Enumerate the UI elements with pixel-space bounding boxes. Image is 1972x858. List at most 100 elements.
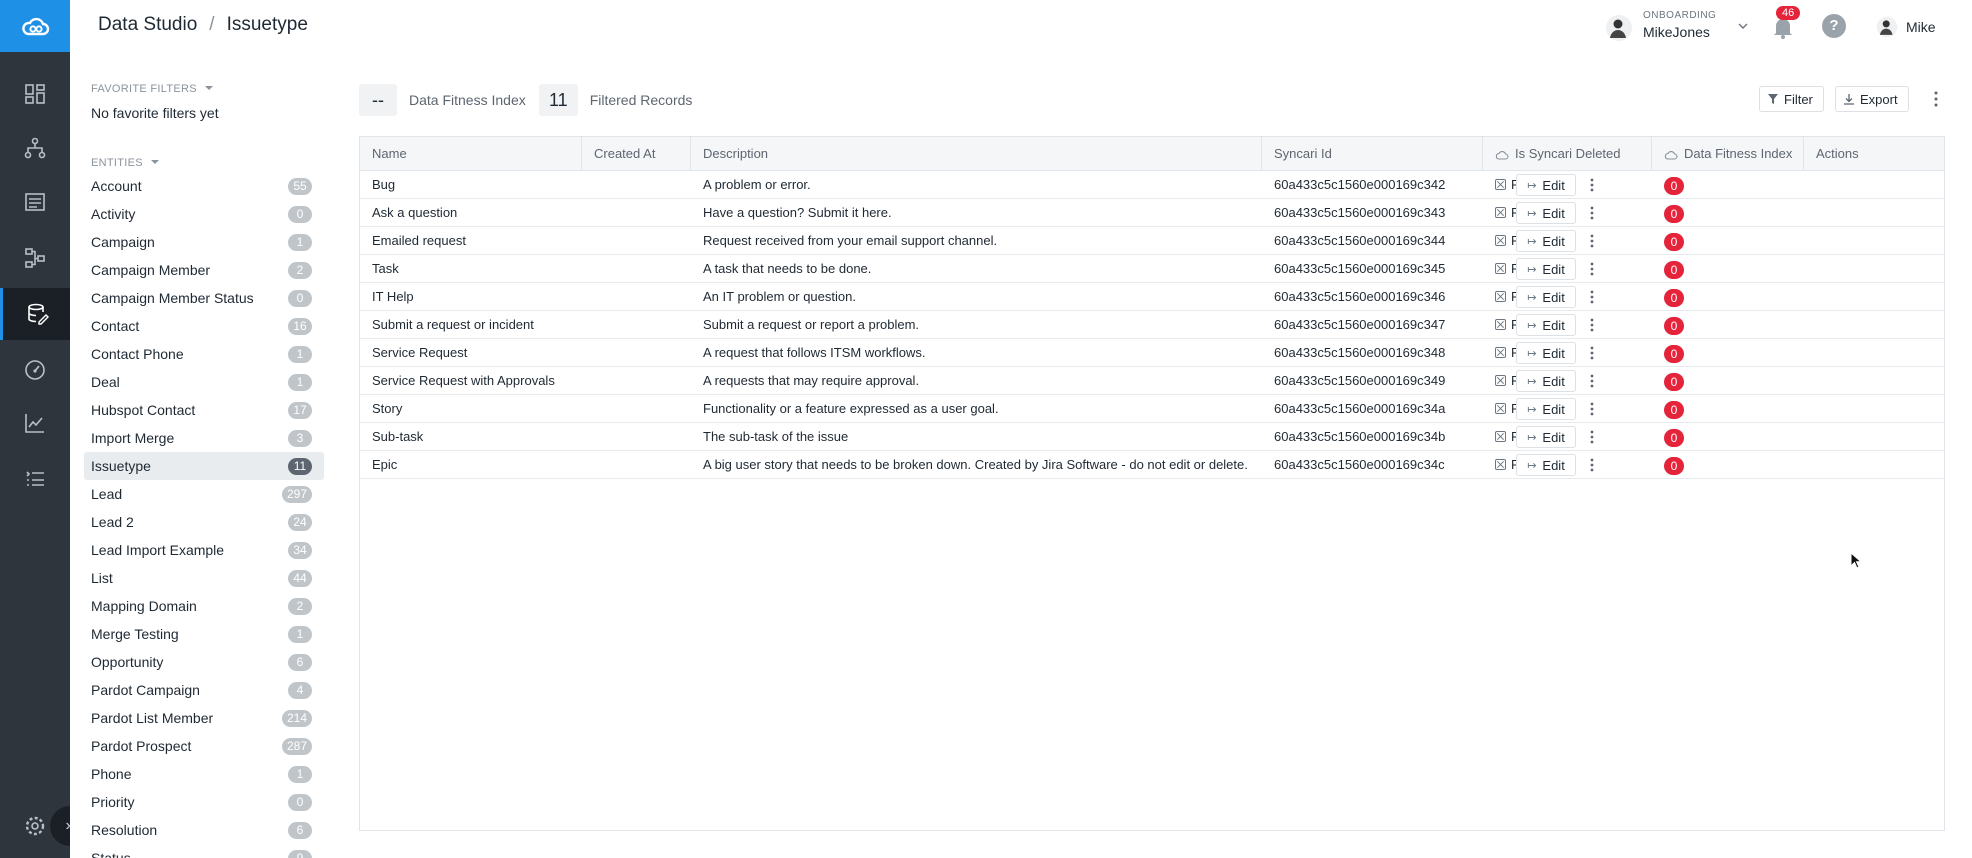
- entity-item[interactable]: Priority 0: [84, 788, 324, 816]
- edit-button[interactable]: ↦ Edit: [1516, 202, 1576, 224]
- row-more-options-icon[interactable]: [1585, 175, 1599, 195]
- entity-item[interactable]: Campaign 1: [84, 228, 324, 256]
- export-button[interactable]: Export: [1835, 86, 1909, 112]
- table-row[interactable]: Service Request with Approvals A requests…: [360, 367, 1944, 395]
- table-row[interactable]: Submit a request or incident Submit a req…: [360, 311, 1944, 339]
- row-more-options-icon[interactable]: [1585, 371, 1599, 391]
- entity-item[interactable]: Pardot List Member 214: [84, 704, 324, 732]
- entity-item[interactable]: Mapping Domain 2: [84, 592, 324, 620]
- row-more-options-icon[interactable]: [1585, 343, 1599, 363]
- unchecked-box-icon: [1495, 431, 1506, 442]
- table-row[interactable]: Epic A big user story that needs to be br…: [360, 451, 1944, 479]
- fitness-badge: 0: [1664, 204, 1684, 223]
- cell-data-fitness-index: 0: [1652, 395, 1684, 423]
- entities-heading[interactable]: ENTITIES: [91, 157, 160, 169]
- entity-item[interactable]: Import Merge 3: [84, 424, 324, 452]
- column-header-syncari-id[interactable]: Syncari Id: [1262, 137, 1483, 171]
- table-row[interactable]: Bug A problem or error. 60a433c5c1560e0001…: [360, 171, 1944, 199]
- row-more-options-icon[interactable]: [1585, 427, 1599, 447]
- user-menu[interactable]: Mike: [1876, 14, 1936, 40]
- entity-item[interactable]: Contact 16: [84, 312, 324, 340]
- cell-name: Service Request: [372, 345, 468, 360]
- column-header-description[interactable]: Description: [691, 137, 1262, 171]
- entity-item[interactable]: Pardot Prospect 287: [84, 732, 324, 760]
- entity-item[interactable]: Opportunity 6: [84, 648, 324, 676]
- entity-count-badge: 1: [288, 766, 312, 783]
- entity-item[interactable]: Lead 297: [84, 480, 324, 508]
- help-icon[interactable]: ?: [1822, 14, 1846, 38]
- entity-item[interactable]: Campaign Member Status 0: [84, 284, 324, 312]
- entity-name: Lead: [91, 486, 123, 502]
- edit-button[interactable]: ↦ Edit: [1516, 258, 1576, 280]
- edit-button[interactable]: ↦ Edit: [1516, 286, 1576, 308]
- entity-name: Contact Phone: [91, 346, 184, 362]
- row-more-options-icon[interactable]: [1585, 231, 1599, 251]
- breadcrumb-app[interactable]: Data Studio: [98, 14, 197, 35]
- entity-item[interactable]: Status 9: [84, 844, 324, 858]
- table-row[interactable]: Ask a question Have a question? Submit it…: [360, 199, 1944, 227]
- entity-item[interactable]: Activity 0: [84, 200, 324, 228]
- row-more-options-icon[interactable]: [1585, 203, 1599, 223]
- chart-line-icon[interactable]: [0, 397, 70, 449]
- entity-item[interactable]: Phone 1: [84, 760, 324, 788]
- edit-button[interactable]: ↦ Edit: [1516, 370, 1576, 392]
- cell-name: IT Help: [372, 289, 414, 304]
- edit-button[interactable]: ↦ Edit: [1516, 174, 1576, 196]
- column-header-name[interactable]: Name: [360, 137, 582, 171]
- column-header-is-syncari-deleted[interactable]: Is Syncari Deleted: [1483, 137, 1652, 171]
- entity-item[interactable]: Lead Import Example 34: [84, 536, 324, 564]
- org-switcher[interactable]: ONBOARDING MikeJones: [1605, 6, 1755, 46]
- table-row[interactable]: Service Request A request that follows IT…: [360, 339, 1944, 367]
- dashboard-icon[interactable]: [0, 68, 70, 120]
- flow-icon[interactable]: [0, 232, 70, 284]
- table-row[interactable]: Task A task that needs to be done. 60a433c…: [360, 255, 1944, 283]
- column-header-data-fitness-index[interactable]: Data Fitness Index: [1652, 137, 1804, 171]
- favorite-filters-heading[interactable]: FAVORITE FILTERS: [91, 83, 214, 95]
- data-studio-icon[interactable]: [0, 288, 70, 340]
- tasks-icon[interactable]: [0, 452, 70, 504]
- entity-item[interactable]: Pardot Campaign 4: [84, 676, 324, 704]
- entity-item[interactable]: Resolution 6: [84, 816, 324, 844]
- cell-description: Functionality or a feature expressed as …: [703, 401, 999, 416]
- column-header-created-at[interactable]: Created At: [582, 137, 691, 171]
- filter-button[interactable]: Filter: [1759, 86, 1824, 112]
- table-row[interactable]: Story Functionality or a feature expresse…: [360, 395, 1944, 423]
- entity-item[interactable]: Issuetype 11: [84, 452, 324, 480]
- edit-label: Edit: [1542, 177, 1565, 193]
- hierarchy-icon[interactable]: [0, 122, 70, 174]
- entity-item[interactable]: Merge Testing 1: [84, 620, 324, 648]
- entity-item[interactable]: List 44: [84, 564, 324, 592]
- row-more-options-icon[interactable]: [1585, 259, 1599, 279]
- list-view-icon[interactable]: [0, 176, 70, 228]
- row-more-options-icon[interactable]: [1585, 455, 1599, 475]
- edit-button[interactable]: ↦ Edit: [1516, 342, 1576, 364]
- cloud-logo-icon[interactable]: [0, 0, 70, 52]
- entity-item[interactable]: Lead 2 24: [84, 508, 324, 536]
- table-row[interactable]: Sub-task The sub-task of the issue 60a433c…: [360, 423, 1944, 451]
- gauge-icon[interactable]: [0, 344, 70, 396]
- table-row[interactable]: Emailed request Request received from you…: [360, 227, 1944, 255]
- more-options-icon[interactable]: [1931, 88, 1941, 110]
- org-name: MikeJones: [1643, 24, 1710, 40]
- entity-item[interactable]: Hubspot Contact 17: [84, 396, 324, 424]
- cell-created-at: [582, 227, 594, 255]
- entity-item[interactable]: Account 55: [84, 172, 324, 200]
- edit-button[interactable]: ↦ Edit: [1516, 454, 1576, 476]
- row-more-options-icon[interactable]: [1585, 315, 1599, 335]
- table-row[interactable]: IT Help An IT problem or question. 60a433c…: [360, 283, 1944, 311]
- edit-button[interactable]: ↦ Edit: [1516, 314, 1576, 336]
- entity-item[interactable]: Campaign Member 2: [84, 256, 324, 284]
- edit-button[interactable]: ↦ Edit: [1516, 230, 1576, 252]
- breadcrumb-separator: /: [209, 14, 215, 35]
- entity-count-badge: 6: [288, 822, 312, 839]
- row-more-options-icon[interactable]: [1585, 399, 1599, 419]
- data-fitness-label: Data Fitness Index: [409, 92, 526, 108]
- entity-item[interactable]: Deal 1: [84, 368, 324, 396]
- edit-button[interactable]: ↦ Edit: [1516, 426, 1576, 448]
- row-more-options-icon[interactable]: [1585, 287, 1599, 307]
- edit-arrow-icon: ↦: [1527, 235, 1537, 248]
- edit-label: Edit: [1542, 457, 1565, 473]
- edit-button[interactable]: ↦ Edit: [1516, 398, 1576, 420]
- unchecked-box-icon: [1495, 235, 1506, 246]
- entity-item[interactable]: Contact Phone 1: [84, 340, 324, 368]
